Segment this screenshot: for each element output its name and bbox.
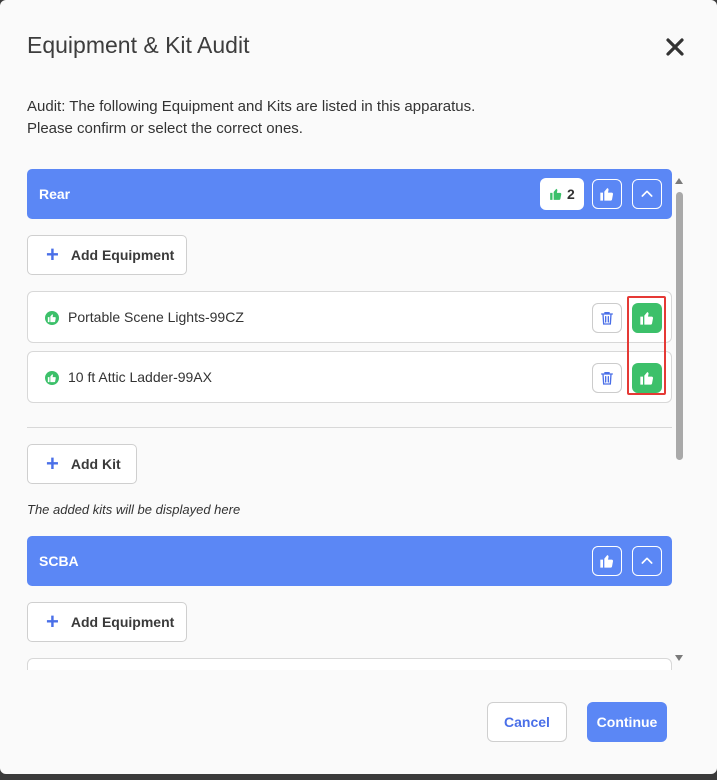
audit-modal: Equipment & Kit Audit Audit: The followi… [0, 0, 717, 774]
check-circle-icon [45, 371, 59, 385]
delete-button[interactable] [592, 363, 622, 393]
chevron-up-icon [641, 557, 653, 564]
section-name: SCBA [39, 553, 79, 569]
confirmed-count-badge: 2 [540, 178, 584, 210]
close-icon[interactable] [663, 35, 687, 59]
divider [27, 427, 672, 428]
scroll-thumb[interactable] [676, 192, 683, 460]
add-equipment-label: Add Equipment [70, 247, 175, 263]
confirm-all-button[interactable] [592, 546, 622, 576]
delete-button[interactable] [592, 303, 622, 333]
cancel-button[interactable]: Cancel [487, 702, 567, 742]
section-header-rear: Rear 2 [27, 169, 672, 219]
sections-scroll-area[interactable]: Rear 2 + Add Equipment Portable Scene Li… [0, 169, 717, 670]
thumbs-up-icon [640, 372, 654, 385]
add-kit-label: Add Kit [70, 456, 121, 472]
kits-hint: The added kits will be displayed here [27, 502, 241, 517]
thumbs-up-icon [640, 312, 654, 325]
trash-icon [601, 372, 613, 385]
confirmed-count: 2 [567, 186, 575, 202]
section-header-scba: SCBA [27, 536, 672, 586]
equipment-row [27, 658, 672, 670]
thumbs-up-icon [600, 188, 614, 201]
section-name: Rear [39, 186, 71, 202]
trash-icon [601, 312, 613, 325]
add-equipment-label: Add Equipment [70, 614, 175, 630]
confirm-button[interactable] [632, 363, 662, 393]
modal-title: Equipment & Kit Audit [27, 32, 250, 58]
intro-line-1: Audit: The following Equipment and Kits … [27, 98, 476, 115]
add-equipment-button[interactable]: + Add Equipment [27, 602, 187, 642]
add-kit-button[interactable]: + Add Kit [27, 444, 137, 484]
scroll-up-arrow[interactable] [675, 178, 683, 184]
equipment-label: Portable Scene Lights-99CZ [68, 309, 244, 325]
collapse-button[interactable] [632, 179, 662, 209]
thumbs-up-icon [550, 188, 562, 200]
add-equipment-button[interactable]: + Add Equipment [27, 235, 187, 275]
thumbs-up-icon [600, 555, 614, 568]
continue-button[interactable]: Continue [587, 702, 667, 742]
confirm-all-button[interactable] [592, 179, 622, 209]
intro-text: Audit: The following Equipment and Kits … [27, 96, 475, 140]
confirm-button[interactable] [632, 303, 662, 333]
equipment-row: Portable Scene Lights-99CZ [27, 291, 672, 343]
plus-icon: + [46, 451, 59, 476]
collapse-button[interactable] [632, 546, 662, 576]
scroll-down-arrow[interactable] [675, 655, 683, 661]
check-circle-icon [45, 311, 59, 325]
scrollbar[interactable] [673, 176, 685, 664]
equipment-label: 10 ft Attic Ladder-99AX [68, 369, 212, 385]
intro-line-2: Please confirm or select the correct one… [27, 120, 303, 137]
chevron-up-icon [641, 190, 653, 197]
plus-icon: + [46, 242, 59, 267]
equipment-row: 10 ft Attic Ladder-99AX [27, 351, 672, 403]
plus-icon: + [46, 609, 59, 634]
